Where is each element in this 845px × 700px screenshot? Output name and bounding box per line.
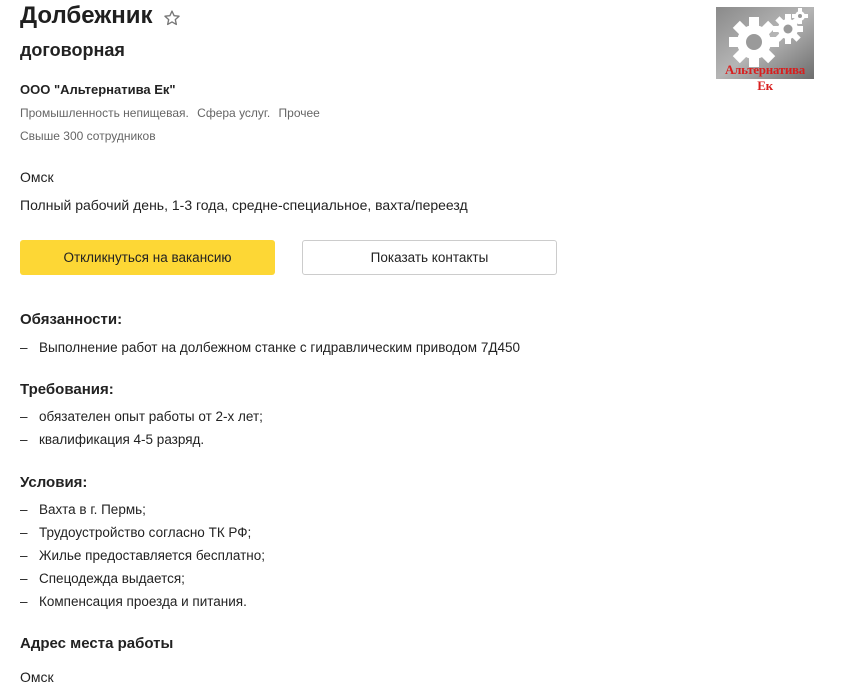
- list-item: – Жилье предоставляется бесплатно;: [20, 548, 265, 563]
- employee-count: Свыше 300 сотрудников: [20, 129, 156, 143]
- respond-button[interactable]: Откликнуться на вакансию: [20, 240, 275, 275]
- logo-text: Альтернатива Ек: [725, 62, 805, 93]
- list-item: – Компенсация проезда и питания.: [20, 594, 247, 609]
- duties-list: – Выполнение работ на долбежном станке с …: [20, 336, 520, 359]
- duties-heading: Обязанности:: [20, 311, 123, 328]
- vacancy-city: Омск: [20, 169, 54, 185]
- vacancy-header: Долбежник: [20, 2, 181, 30]
- industry-list: Промышленность непищевая. Сфера услуг. П…: [20, 106, 320, 120]
- address-heading: Адрес места работы: [20, 635, 174, 652]
- list-item: – Выполнение работ на долбежном станке с …: [20, 340, 521, 355]
- requirements-list: – обязателен опыт работы от 2-х лет; – ква…: [20, 405, 263, 451]
- requirements-heading: Требования:: [20, 381, 114, 398]
- industry-item: Прочее: [278, 106, 320, 120]
- list-item: – Трудоустройство согласно ТК РФ;: [20, 525, 252, 540]
- vacancy-details: Полный рабочий день, 1-3 года, средне-сп…: [20, 197, 468, 213]
- star-outline-icon[interactable]: [163, 9, 181, 27]
- list-item: – обязателен опыт работы от 2-х лет;: [20, 409, 263, 424]
- conditions-list: – Вахта в г. Пермь; – Трудоустройство согл…: [20, 498, 265, 613]
- company-name[interactable]: ООО "Альтернатива Ек": [20, 82, 176, 97]
- show-contacts-button[interactable]: Показать контакты: [302, 240, 557, 275]
- salary: договорная: [20, 40, 125, 60]
- address-city: Омск: [20, 669, 54, 685]
- list-item: – Спецодежда выдается;: [20, 571, 185, 586]
- industry-item: Промышленность непищевая.: [20, 106, 189, 120]
- vacancy-title: Долбежник: [20, 2, 153, 29]
- industry-item: Сфера услуг.: [197, 106, 271, 120]
- list-item: – Вахта в г. Пермь;: [20, 502, 146, 517]
- conditions-heading: Условия:: [20, 474, 88, 491]
- list-item: – квалификация 4-5 разряд.: [20, 432, 205, 447]
- company-logo[interactable]: Альтернатива Ек: [716, 7, 814, 95]
